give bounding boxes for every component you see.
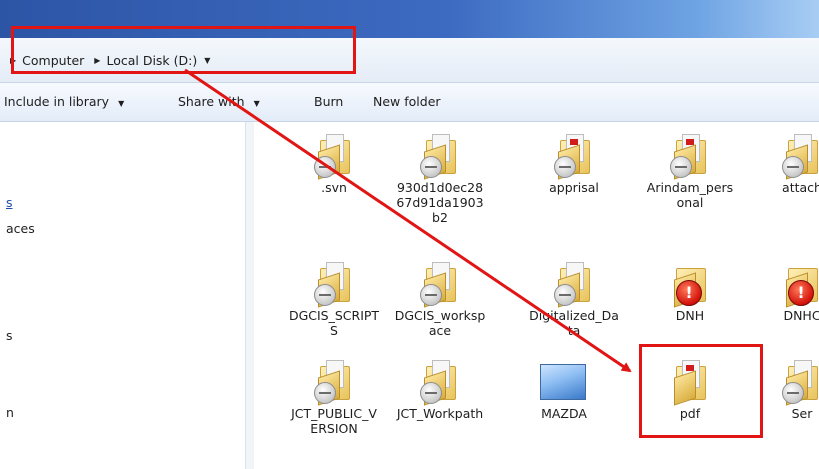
folder-item-jct-workpath[interactable]: JCT_Workpath [394, 358, 486, 421]
chevron-down-icon: ▼ [118, 99, 125, 108]
folder-name: apprisal [549, 180, 599, 195]
folder-sync-icon [554, 260, 594, 308]
pdf-highlight-box [639, 344, 763, 438]
folder-sync-icon [554, 132, 594, 180]
nav-item[interactable]: s [6, 195, 13, 210]
folder-item-dgcis-scripts[interactable]: DGCIS_SCRIPTS [288, 260, 380, 338]
folder-item-svn[interactable]: .svn [288, 132, 380, 195]
folder-item-apprisal[interactable]: apprisal [528, 132, 620, 195]
folder-item-930d1d0ec2[interactable]: 930d1d0ec2867d91da1903b2 [394, 132, 486, 225]
folder-item-ser[interactable]: Ser [756, 358, 819, 421]
folder-sync-icon [314, 132, 354, 180]
folder-name: Arindam_personal [646, 180, 734, 210]
navigation-pane-scrollbar[interactable] [246, 122, 254, 469]
folder-name: DGCIS_workspace [394, 308, 486, 338]
folder-name: 930d1d0ec2867d91da1903b2 [396, 180, 484, 225]
folder-item-jct-public-version[interactable]: JCT_PUBLIC_VERSION [288, 358, 380, 436]
folder-sync-icon [420, 260, 460, 308]
folder-name: JCT_Workpath [396, 406, 484, 421]
folder-name: .svn [321, 180, 347, 195]
chevron-down-icon: ▼ [253, 99, 260, 108]
include-in-library-button[interactable]: Include in library ▼ [4, 94, 124, 109]
new-folder-label: New folder [373, 94, 441, 109]
share-with-button[interactable]: Share with ▼ [178, 94, 260, 109]
folder-sync-icon [314, 358, 354, 406]
folder-sync-icon [782, 132, 819, 180]
burn-button[interactable]: Burn [314, 94, 343, 109]
folder-name: DNH [675, 308, 705, 323]
nav-item[interactable]: n [6, 405, 14, 420]
folder-sync-icon [314, 260, 354, 308]
include-in-library-label: Include in library [4, 94, 110, 109]
file-item-mazda[interactable]: MAZDA [518, 358, 610, 421]
navigation-pane[interactable]: s aces s n [0, 122, 246, 469]
image-thumbnail-icon [540, 358, 588, 402]
folder-item-dnh[interactable]: ! DNH [644, 260, 736, 323]
folder-item-dgcis-workspace[interactable]: DGCIS_workspace [394, 260, 486, 338]
folder-item-digitalized-data[interactable]: Digitalized_Data [528, 260, 620, 338]
nav-item[interactable]: s [6, 328, 13, 343]
folder-sync-icon [420, 132, 460, 180]
command-bar: Include in library ▼ Share with ▼ Burn New… [0, 83, 819, 122]
share-with-label: Share with [178, 94, 245, 109]
folder-name: attach [782, 180, 819, 195]
folder-item-dnhc[interactable]: ! DNHC [756, 260, 819, 323]
nav-item[interactable]: aces [6, 221, 35, 236]
burn-label: Burn [314, 94, 344, 109]
address-highlight-box [11, 26, 356, 74]
file-name: MAZDA [541, 406, 587, 421]
folder-sync-icon [782, 358, 819, 406]
folder-name: DGCIS_SCRIPTS [288, 308, 380, 338]
folder-warning-icon: ! [782, 260, 819, 308]
folder-item-arindam-personal[interactable]: Arindam_personal [644, 132, 736, 210]
folder-name: DNHC [783, 308, 819, 323]
folder-sync-icon [670, 132, 710, 180]
folder-name: JCT_PUBLIC_VERSION [291, 406, 377, 436]
new-folder-button[interactable]: New folder [373, 94, 441, 109]
folder-name: Digitalized_Data [529, 308, 619, 338]
folder-item-attach[interactable]: attach [756, 132, 819, 195]
folder-sync-icon [420, 358, 460, 406]
folder-warning-icon: ! [670, 260, 710, 308]
folder-name: Ser [791, 406, 813, 421]
